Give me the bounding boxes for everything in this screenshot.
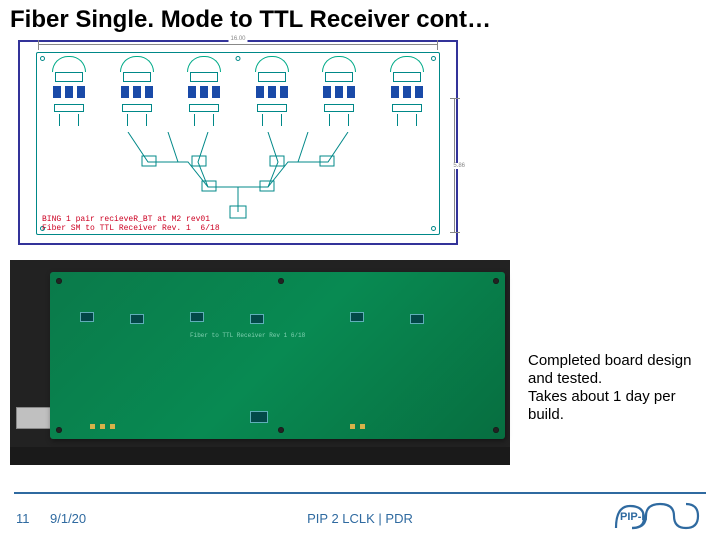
pcb-hole — [56, 427, 62, 433]
pcb-component — [350, 312, 364, 322]
receiver-module — [112, 56, 162, 126]
pcb-hole — [493, 278, 499, 284]
schematic-label-line1: BING 1 pair recieveR_BT at M2 rev01 — [42, 215, 210, 224]
schematic-image: 16.00 5.86 — [18, 40, 458, 245]
pcb-component — [80, 312, 94, 322]
schematic-label-line2: Fiber SM to TTL Receiver Rev. 1 6/18 — [42, 224, 220, 233]
dimension-top-label: 16.00 — [228, 36, 247, 42]
receiver-module — [314, 56, 364, 126]
pcb-component — [190, 312, 204, 322]
receiver-module — [382, 56, 432, 126]
pcb-pad — [100, 424, 105, 429]
footer-rule — [14, 492, 706, 494]
pcb-hole — [278, 278, 284, 284]
receiver-module — [179, 56, 229, 126]
receiver-module-row — [44, 56, 432, 126]
pcb-hole — [56, 278, 62, 284]
receiver-module — [44, 56, 94, 126]
footer-date: 9/1/20 — [50, 511, 86, 526]
pcb: Fiber to TTL Receiver Rev 1 6/18 — [50, 272, 505, 439]
pcb-silkscreen-text: Fiber to TTL Receiver Rev 1 6/18 — [190, 332, 305, 339]
schematic-label: BING 1 pair recieveR_BT at M2 rev01 Fibe… — [42, 215, 220, 233]
pcb-pad — [360, 424, 365, 429]
pip-ii-logo: PIP-II — [612, 498, 702, 534]
caption-text: Completed board design and tested. Takes… — [528, 352, 708, 424]
trace-tree — [108, 132, 368, 227]
dimension-top: 16.00 — [38, 40, 438, 50]
board-photo: Fiber to TTL Receiver Rev 1 6/18 — [10, 260, 510, 465]
footer-doc-ref: PIP 2 LCLK | PDR — [307, 511, 413, 526]
pcb-component — [410, 314, 424, 324]
pcb-component — [130, 314, 144, 324]
pcb-hole — [493, 427, 499, 433]
footer: 11 9/1/20 PIP 2 LCLK | PDR PIP-II — [0, 492, 720, 540]
logo-text: PIP-II — [620, 511, 648, 523]
receiver-module — [247, 56, 297, 126]
pcb-component — [250, 314, 264, 324]
pcb-component — [250, 411, 268, 423]
pcb-pad — [350, 424, 355, 429]
table-surface — [10, 447, 510, 465]
pcb-pad — [110, 424, 115, 429]
slide: Fiber Single. Mode to TTL Receiver cont…… — [0, 0, 720, 540]
page-title: Fiber Single. Mode to TTL Receiver cont… — [10, 6, 491, 34]
pcb-hole — [278, 427, 284, 433]
page-number: 11 — [16, 511, 30, 526]
dimension-right-label: 5.86 — [452, 163, 466, 169]
pcb-pad — [90, 424, 95, 429]
mounting-hole — [431, 226, 436, 231]
dimension-right: 5.86 — [450, 98, 460, 233]
